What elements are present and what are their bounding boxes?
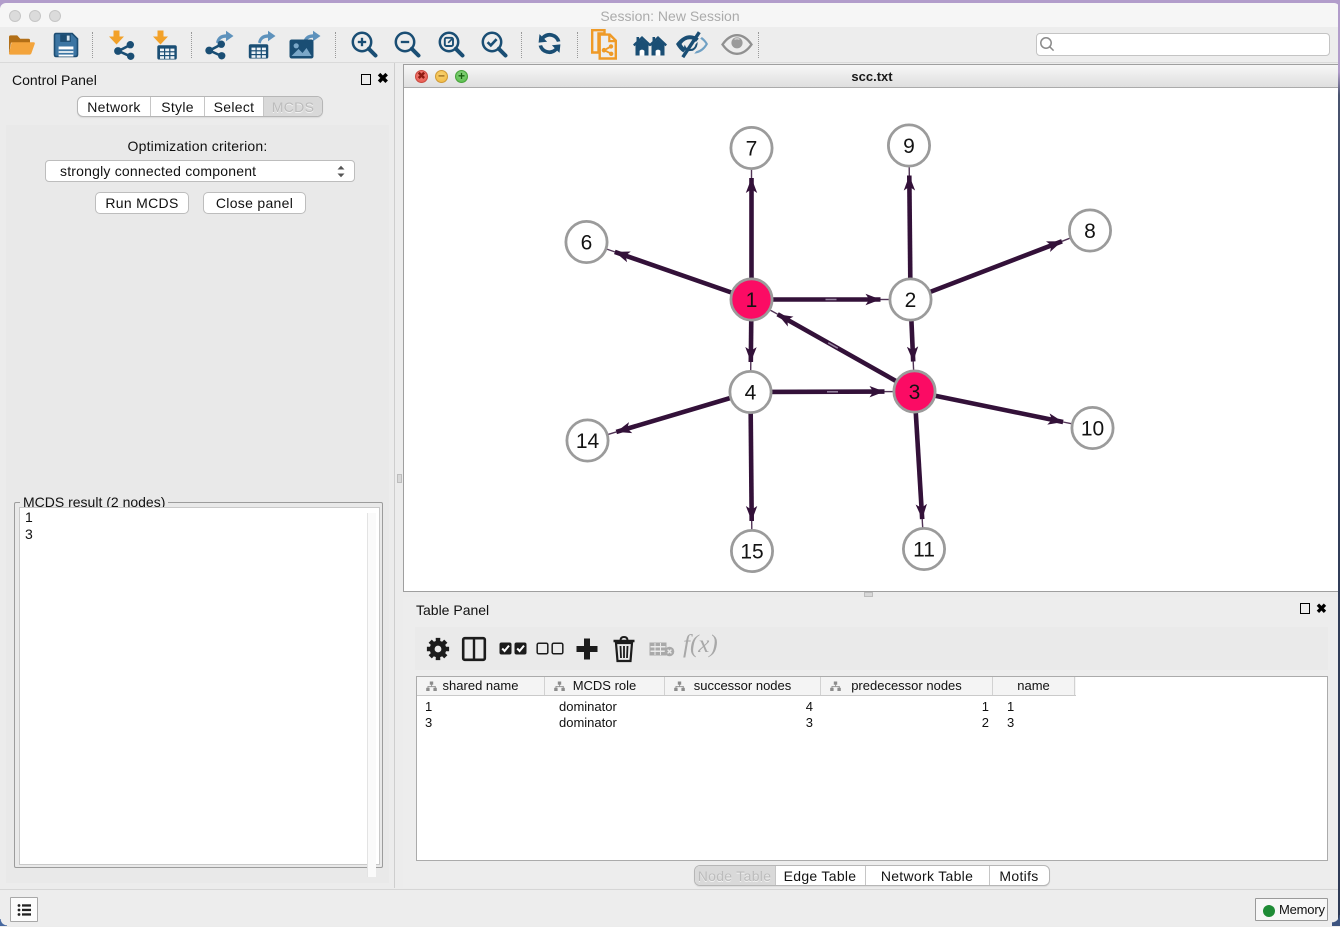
svg-text:14: 14 bbox=[576, 430, 600, 453]
svg-text:15: 15 bbox=[740, 541, 763, 564]
svg-text:6: 6 bbox=[581, 232, 593, 255]
svg-text:7: 7 bbox=[746, 138, 758, 161]
svg-text:9: 9 bbox=[903, 135, 915, 158]
svg-text:1: 1 bbox=[746, 289, 758, 312]
svg-text:4: 4 bbox=[745, 382, 757, 405]
svg-text:11: 11 bbox=[913, 539, 935, 562]
svg-text:3: 3 bbox=[909, 381, 921, 404]
svg-text:2: 2 bbox=[905, 289, 917, 312]
svg-text:10: 10 bbox=[1081, 418, 1104, 441]
svg-text:8: 8 bbox=[1084, 220, 1096, 243]
